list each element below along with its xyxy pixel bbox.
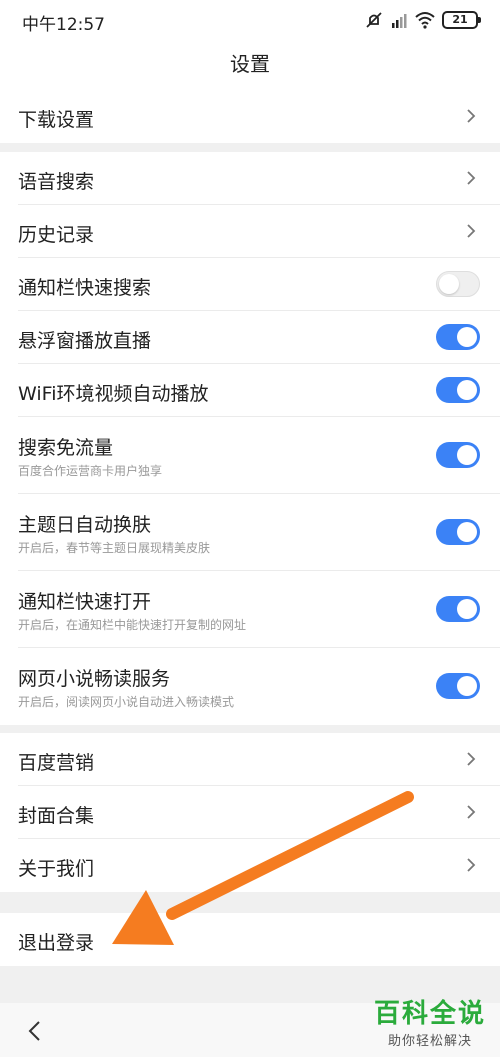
row-label: 下载设置 (18, 109, 95, 131)
row-wifi-autoplay: WiFi环境视频自动播放 (0, 364, 500, 417)
watermark-logo: 百科全说 助你轻松解决 (374, 993, 486, 1049)
page-title: 设置 (230, 52, 270, 76)
row-label: 网页小说畅读服务 (18, 668, 171, 690)
toggle-knob (457, 445, 477, 465)
toggle-knob (457, 599, 477, 619)
toggle-knob (457, 676, 477, 696)
section-logout: 退出登录 (0, 913, 500, 966)
row-sublabel: 开启后，阅读网页小说自动进入畅读模式 (18, 695, 235, 709)
section-main-settings: 语音搜索 历史记录 通知栏快速搜索 悬浮窗播放直播 WiFi环境视频自动播放 搜… (0, 152, 500, 725)
mute-icon (366, 12, 382, 28)
row-theme-day-skin: 主题日自动换肤 开启后，春节等主题日展现精美皮肤 (0, 494, 500, 571)
row-float-window-live: 悬浮窗播放直播 (0, 311, 500, 364)
row-label: 搜索免流量 (18, 437, 114, 459)
wifi-autoplay-toggle[interactable] (436, 377, 480, 403)
row-cover-collection[interactable]: 封面合集 (0, 786, 500, 839)
row-web-novel: 网页小说畅读服务 开启后，阅读网页小说自动进入畅读模式 (0, 648, 500, 725)
section-about: 百度营销 封面合集 关于我们 (0, 733, 500, 892)
row-label: 通知栏快速搜索 (18, 277, 152, 299)
row-label: 退出登录 (18, 932, 95, 954)
toggle-knob (439, 274, 459, 294)
back-arrow-icon[interactable] (24, 1019, 44, 1043)
search-free-data-toggle[interactable] (436, 442, 480, 468)
row-history[interactable]: 历史记录 (0, 205, 500, 258)
row-about-us[interactable]: 关于我们 (0, 839, 500, 892)
web-novel-toggle[interactable] (436, 673, 480, 699)
row-label: 悬浮窗播放直播 (18, 330, 152, 352)
watermark-title: 百科全说 (373, 999, 486, 1029)
row-search-free-data: 搜索免流量 百度合作运营商卡用户独享 (0, 417, 500, 494)
notif-quick-open-toggle[interactable] (436, 596, 480, 622)
notif-quick-search-toggle[interactable] (436, 271, 480, 297)
toggle-knob (457, 522, 477, 542)
row-download-settings[interactable]: 下载设置 (0, 90, 500, 143)
status-bar: 中午12:57 21 (0, 0, 500, 40)
chevron-right-icon (467, 109, 476, 123)
row-label: 主题日自动换肤 (18, 514, 152, 536)
chevron-right-icon (467, 858, 476, 872)
row-label: 封面合集 (18, 805, 95, 827)
toggle-knob (457, 380, 477, 400)
float-window-live-toggle[interactable] (436, 324, 480, 350)
row-label: 语音搜索 (18, 171, 95, 193)
battery-icon: 21 (442, 11, 481, 29)
row-notif-quick-open: 通知栏快速打开 开启后，在通知栏中能快速打开复制的网址 (0, 571, 500, 648)
row-sublabel: 百度合作运营商卡用户独享 (18, 464, 163, 478)
logout-button[interactable]: 退出登录 (0, 913, 500, 966)
chevron-right-icon (467, 224, 476, 238)
row-notif-quick-search: 通知栏快速搜索 (0, 258, 500, 311)
row-label: 历史记录 (18, 224, 95, 246)
chevron-right-icon (467, 171, 476, 185)
row-label: WiFi环境视频自动播放 (18, 383, 209, 405)
row-label: 通知栏快速打开 (18, 591, 152, 613)
title-bar: 设置 (0, 40, 500, 90)
row-sublabel: 开启后，在通知栏中能快速打开复制的网址 (18, 618, 247, 632)
toggle-knob (457, 327, 477, 347)
row-voice-search[interactable]: 语音搜索 (0, 152, 500, 205)
chevron-right-icon (467, 752, 476, 766)
section-download: 下载设置 (0, 90, 500, 143)
row-sublabel: 开启后，春节等主题日展现精美皮肤 (18, 541, 211, 555)
theme-day-skin-toggle[interactable] (436, 519, 480, 545)
watermark-subtitle: 助你轻松解决 (387, 1034, 472, 1049)
chevron-right-icon (467, 805, 476, 819)
row-baidu-marketing[interactable]: 百度营销 (0, 733, 500, 786)
system-icons: 21 (364, 9, 481, 31)
row-label: 百度营销 (18, 752, 95, 774)
status-time: 中午12:57 (22, 15, 105, 35)
wifi-icon (415, 12, 435, 29)
row-label: 关于我们 (18, 858, 95, 880)
signal-icon (392, 14, 407, 28)
